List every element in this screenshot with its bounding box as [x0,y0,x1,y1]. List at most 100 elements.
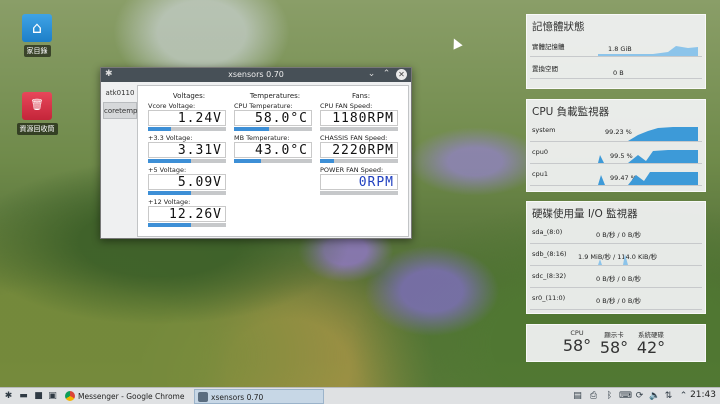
window-titlebar[interactable]: ✱ xsensors 0.70 ⌄ ⌃ ✕ [101,68,411,82]
sensor-cpu-fan: CPU FAN Speed: 1180RPM [320,102,402,131]
sensor-value: 1180RPM [332,111,394,126]
sensor-level-bar [234,127,312,131]
minimize-icon[interactable]: ⌄ [366,69,377,80]
row-label: 實體記憶體 [532,43,565,51]
clipboard-icon[interactable]: ▤ [572,391,583,402]
memory-row-physical: 實體記憶體 1.8 GiB [530,36,702,58]
temp-disk: 系統硬碟 42° [631,329,671,357]
sensor-level-bar [148,159,226,163]
task-label: xsensors 0.70 [211,393,264,402]
sensor-level-bar [148,127,226,131]
xsensors-window: ✱ xsensors 0.70 ⌄ ⌃ ✕ atk0110 coretemp V… [100,67,412,239]
sensor-level-fill [234,127,270,131]
sensor-level-fill [148,159,191,163]
fans-column: Fans: CPU FAN Speed: 1180RPM CHASSIS FAN… [320,92,402,198]
sensor-cpu-temp: CPU Temperature: 58.0°C [234,102,316,131]
sensor-level-fill [234,159,262,163]
row-divider [530,287,702,288]
row-divider [530,243,702,244]
xsensors-icon [198,392,208,402]
sensor-value: 12.26V [169,207,222,222]
updates-icon[interactable]: ⟳ [634,391,645,402]
row-divider [530,265,702,266]
sensor-level-fill [148,223,191,227]
row-label: sr0_(11:0) [532,294,566,302]
sensor-tabs: atk0110 coretemp [103,85,137,119]
sensor-value: 1.24V [177,111,222,126]
desktop-icon-home[interactable]: 家目錄 [7,14,67,57]
desktop-icon-label: 資源回收筒 [16,123,58,135]
task-label: Messenger - Google Chrome [78,392,185,401]
desktop-icon-trash[interactable]: 資源回收筒 [7,92,67,135]
show-desktop-icon[interactable]: ▣ [47,391,58,402]
window-title: xsensors 0.70 [228,70,284,79]
taskbar: ✱ ▬ ■ ▣ Messenger - Google Chrome xsenso… [0,387,720,404]
widget-title: 記憶體狀態 [532,21,585,33]
row-divider [530,141,702,142]
temp-gpu: 顯示卡 58° [594,329,634,357]
row-value: 0 B/秒 / 0 B/秒 [596,297,642,305]
sensor-panel: Voltages: Vcore Voltage: 1.24V +3.3 Volt… [137,85,409,237]
tab-atk0110[interactable]: atk0110 [103,85,137,102]
sensor-5v: +5 Voltage: 5.09V [148,166,230,195]
bluetooth-icon[interactable]: ᛒ [604,391,615,402]
sensor-label: CPU Temperature: [234,102,293,110]
sensor-display: 0RPM [320,174,398,190]
keyboard-icon[interactable]: ⌨ [619,391,632,402]
voltages-header: Voltages: [172,92,206,100]
sensor-level-bar [148,223,226,227]
sensor-value: 0RPM [358,175,394,190]
temp-value: 42° [636,338,666,357]
fans-header: Fans: [351,92,371,100]
sensor-level-bar [234,159,312,163]
terminal-icon[interactable]: ■ [33,391,44,402]
sensor-value: 5.09V [177,175,222,190]
sensor-level-bar [320,191,398,195]
cpu-row-cpu1: cpu1 99.47 % [530,165,702,187]
disk-graph [598,254,698,265]
row-label: sda_(8:0) [532,228,563,236]
file-manager-icon[interactable]: ▬ [18,391,29,402]
sensor-display: 12.26V [148,206,226,222]
sensor-value: 3.31V [177,143,222,158]
maximize-icon[interactable]: ⌃ [381,69,392,80]
sensor-label: +3.3 Voltage: [148,134,193,142]
app-launcher-icon[interactable]: ✱ [3,391,14,402]
tab-coretemp[interactable]: coretemp [103,102,137,119]
chrome-icon [65,391,75,401]
row-label: system [532,126,556,134]
sensor-display: 43.0°C [234,142,312,158]
row-divider [530,309,702,310]
volume-icon[interactable]: 🔈 [649,391,660,402]
temp-cpu: CPU 58° [557,329,597,355]
row-label: 置換空間 [532,65,558,73]
temp-value: 58° [562,336,592,355]
disk-row-sdc: sdc_(8:32) 0 B/秒 / 0 B/秒 [530,267,702,289]
sensor-label: CPU FAN Speed: [320,102,373,110]
sensor-level-bar [320,127,398,131]
sensor-label: CHASSIS FAN Speed: [320,134,388,142]
sensor-label: +12 Voltage: [148,198,191,206]
task-chrome[interactable]: Messenger - Google Chrome [62,389,190,404]
sensor-level-fill [148,191,191,195]
disk-row-sdb: sdb_(8:16) 1.9 MiB/秒 / 114.0 KiB/秒 [530,245,702,267]
printer-icon[interactable]: ⎙ [588,391,599,402]
mouse-cursor-icon [449,36,463,50]
row-label: sdc_(8:32) [532,272,567,280]
clock[interactable]: 21:43 [690,390,716,400]
trash-icon [22,92,52,120]
sensor-level-bar [148,191,226,195]
row-label: cpu0 [532,148,548,156]
sensor-display: 1.24V [148,110,226,126]
task-xsensors[interactable]: xsensors 0.70 [194,389,324,404]
memory-graph [598,46,698,56]
sensor-12v: +12 Voltage: 12.26V [148,198,230,227]
expand-tray-icon[interactable]: ⌃ [678,391,689,402]
network-icon[interactable]: ⇅ [663,391,674,402]
close-icon[interactable]: ✕ [396,69,407,80]
sensor-vcore: Vcore Voltage: 1.24V [148,102,230,131]
cpu-graph [598,150,698,163]
sensor-label: POWER FAN Speed: [320,166,384,174]
sensor-label: Vcore Voltage: [148,102,196,110]
sensor-level-fill [320,159,335,163]
